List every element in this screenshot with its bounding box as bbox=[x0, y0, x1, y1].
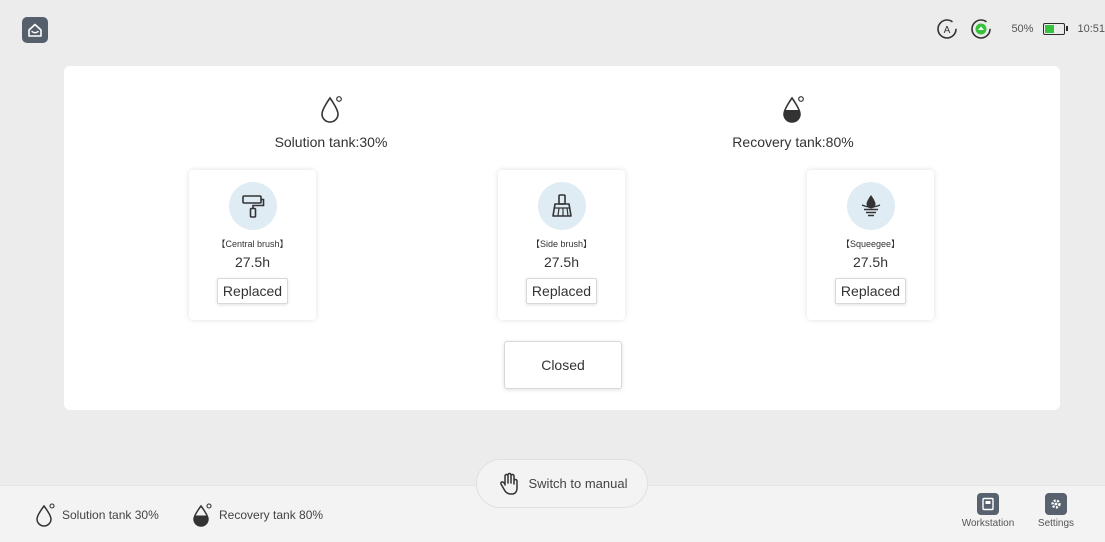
recovery-tank-label: Recovery tank:80% bbox=[732, 134, 854, 150]
recovery-tank-status: Recovery tank:80% bbox=[693, 92, 893, 150]
squeegee-replaced-button[interactable]: Replaced bbox=[834, 278, 907, 304]
workstation-button[interactable]: Workstation bbox=[957, 493, 1019, 529]
solution-tank-status: Solution tank:30% bbox=[231, 92, 431, 150]
settings-label: Settings bbox=[1037, 518, 1075, 529]
clock: 10:51 bbox=[1077, 23, 1105, 35]
full-drop-icon bbox=[193, 503, 212, 527]
side-brush-replaced-button[interactable]: Replaced bbox=[525, 278, 598, 304]
auto-mode-icon[interactable]: A bbox=[935, 17, 959, 41]
central-brush-card: 【Central brush】 27.5h Replaced bbox=[189, 170, 316, 320]
full-drop-icon bbox=[783, 96, 804, 123]
bottom-recovery-tank: Recovery tank 80% bbox=[191, 502, 323, 528]
empty-drop-icon bbox=[321, 96, 342, 123]
workstation-label: Workstation bbox=[961, 518, 1015, 529]
battery-fill bbox=[1045, 25, 1055, 33]
switch-to-manual-label: Switch to manual bbox=[528, 476, 628, 491]
solution-tank-label: Solution tank:30% bbox=[274, 134, 388, 150]
card-name: 【Squeegee】 bbox=[840, 239, 901, 249]
top-bar: A 50% 10:51 bbox=[0, 0, 1105, 50]
switch-to-manual-button[interactable]: Switch to manual bbox=[476, 459, 648, 508]
bottom-recovery-tank-label: Recovery tank 80% bbox=[219, 508, 324, 522]
settings-button[interactable]: Settings bbox=[1030, 493, 1082, 529]
water-drop-icon bbox=[846, 182, 895, 230]
hand-icon bbox=[499, 472, 518, 495]
squeegee-card: 【Squeegee】 27.5h Replaced bbox=[807, 170, 934, 320]
card-hours: 27.5h bbox=[852, 254, 889, 270]
battery-percent: 50% bbox=[1011, 23, 1034, 35]
gear-icon bbox=[1045, 493, 1067, 515]
svg-text:A: A bbox=[944, 25, 951, 36]
card-hours: 27.5h bbox=[543, 254, 580, 270]
maintenance-panel: Solution tank:30% Recovery tank:80% 【Cen… bbox=[64, 66, 1060, 410]
home-button[interactable] bbox=[22, 17, 48, 43]
card-name: 【Central brush】 bbox=[216, 239, 289, 249]
bottom-solution-tank: Solution tank 30% bbox=[34, 502, 159, 528]
card-hours: 27.5h bbox=[234, 254, 271, 270]
paint-roller-icon bbox=[228, 182, 277, 230]
sync-icon[interactable] bbox=[969, 17, 993, 41]
broom-icon bbox=[537, 182, 586, 230]
central-brush-replaced-button[interactable]: Replaced bbox=[216, 278, 289, 304]
side-brush-card: 【Side brush】 27.5h Replaced bbox=[498, 170, 625, 320]
battery-icon bbox=[1043, 23, 1069, 35]
bottom-solution-tank-label: Solution tank 30% bbox=[62, 508, 159, 522]
workstation-icon bbox=[977, 493, 999, 515]
status-area: A 50% 10:51 bbox=[935, 16, 1105, 42]
card-name: 【Side brush】 bbox=[530, 239, 593, 249]
close-button[interactable]: Closed bbox=[504, 341, 622, 389]
home-icon bbox=[28, 23, 42, 37]
empty-drop-icon bbox=[36, 503, 55, 527]
